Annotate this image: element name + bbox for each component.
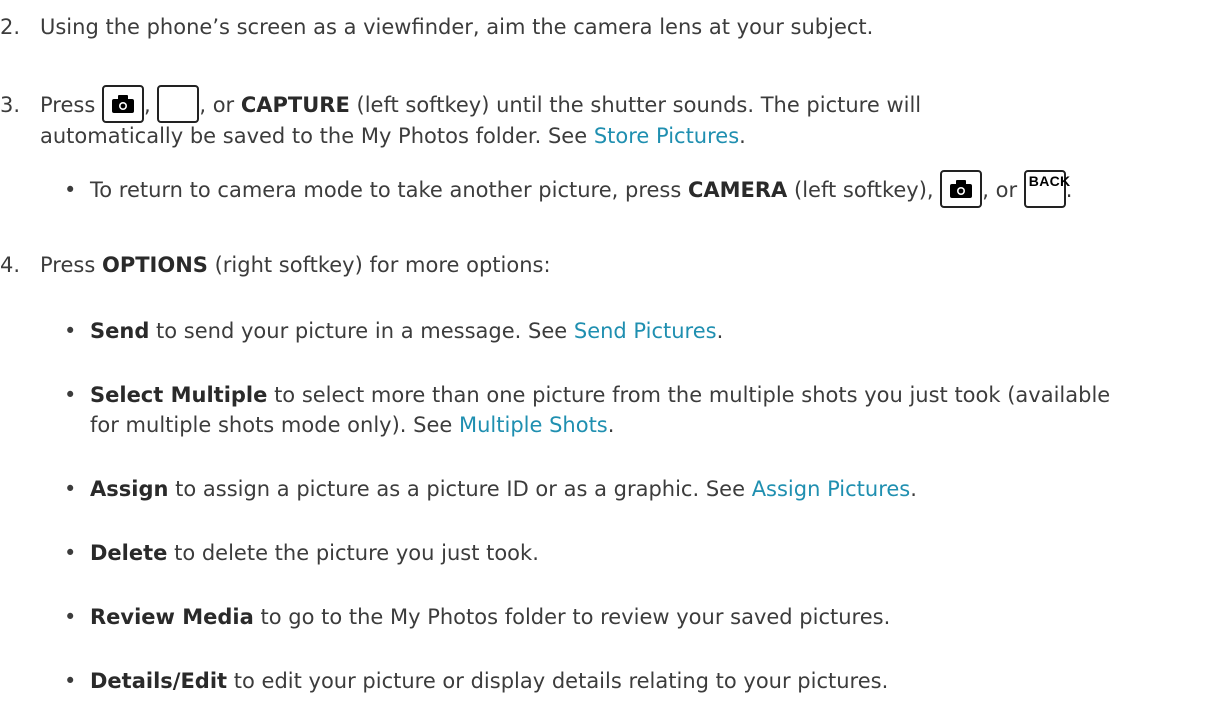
option-select-multiple: • Select Multiple to select more than on… [0,380,1210,440]
multiple-shots-link[interactable]: Multiple Shots [459,413,608,437]
bullet-dot: • [64,319,77,343]
camera-return-item: • To return to camera mode to take anoth… [0,170,1210,208]
option-send: • Send to send your picture in a message… [0,316,1210,346]
step-3: 3. Press , , or CAPTURE (left softkey) u… [0,85,1210,151]
send-pictures-link[interactable]: Send Pictures [574,319,717,343]
bullet-dot: • [64,605,77,629]
bullet-dot: • [64,477,77,501]
side-key-icon [157,85,200,123]
camera-key-icon [940,170,983,208]
bullet-dot: • [64,383,77,407]
options-label: OPTIONS [101,253,208,277]
back-key-icon: BACK [1023,170,1070,208]
step-text: Using the phone’s screen as a viewfinder… [40,15,874,39]
step-text: Press , , or CAPTURE (left softkey) unti… [40,85,1210,151]
step-text: Press OPTIONS (right softkey) for more o… [40,253,551,277]
capture-label: CAPTURE [240,93,350,117]
step-number: 4. [0,253,21,277]
option-details-edit: • Details/Edit to edit your picture or d… [0,666,1210,696]
step-number: 2. [0,15,21,39]
option-assign: • Assign to assign a picture as a pictur… [0,474,1210,504]
assign-pictures-link[interactable]: Assign Pictures [752,477,911,501]
camera-key-icon [101,85,144,123]
step-4: 4. Press OPTIONS (right softkey) for mor… [0,250,1210,280]
option-review-media: • Review Media to go to the My Photos fo… [0,602,1210,632]
bullet-dot: • [64,178,77,202]
step-2: 2. Using the phone’s screen as a viewfin… [0,12,1210,42]
bullet-dot: • [64,669,77,693]
camera-label: CAMERA [687,178,788,202]
store-pictures-link[interactable]: Store Pictures [594,124,739,148]
bullet-dot: • [64,541,77,565]
option-delete: • Delete to delete the picture you just … [0,538,1210,568]
step-number: 3. [0,93,21,117]
